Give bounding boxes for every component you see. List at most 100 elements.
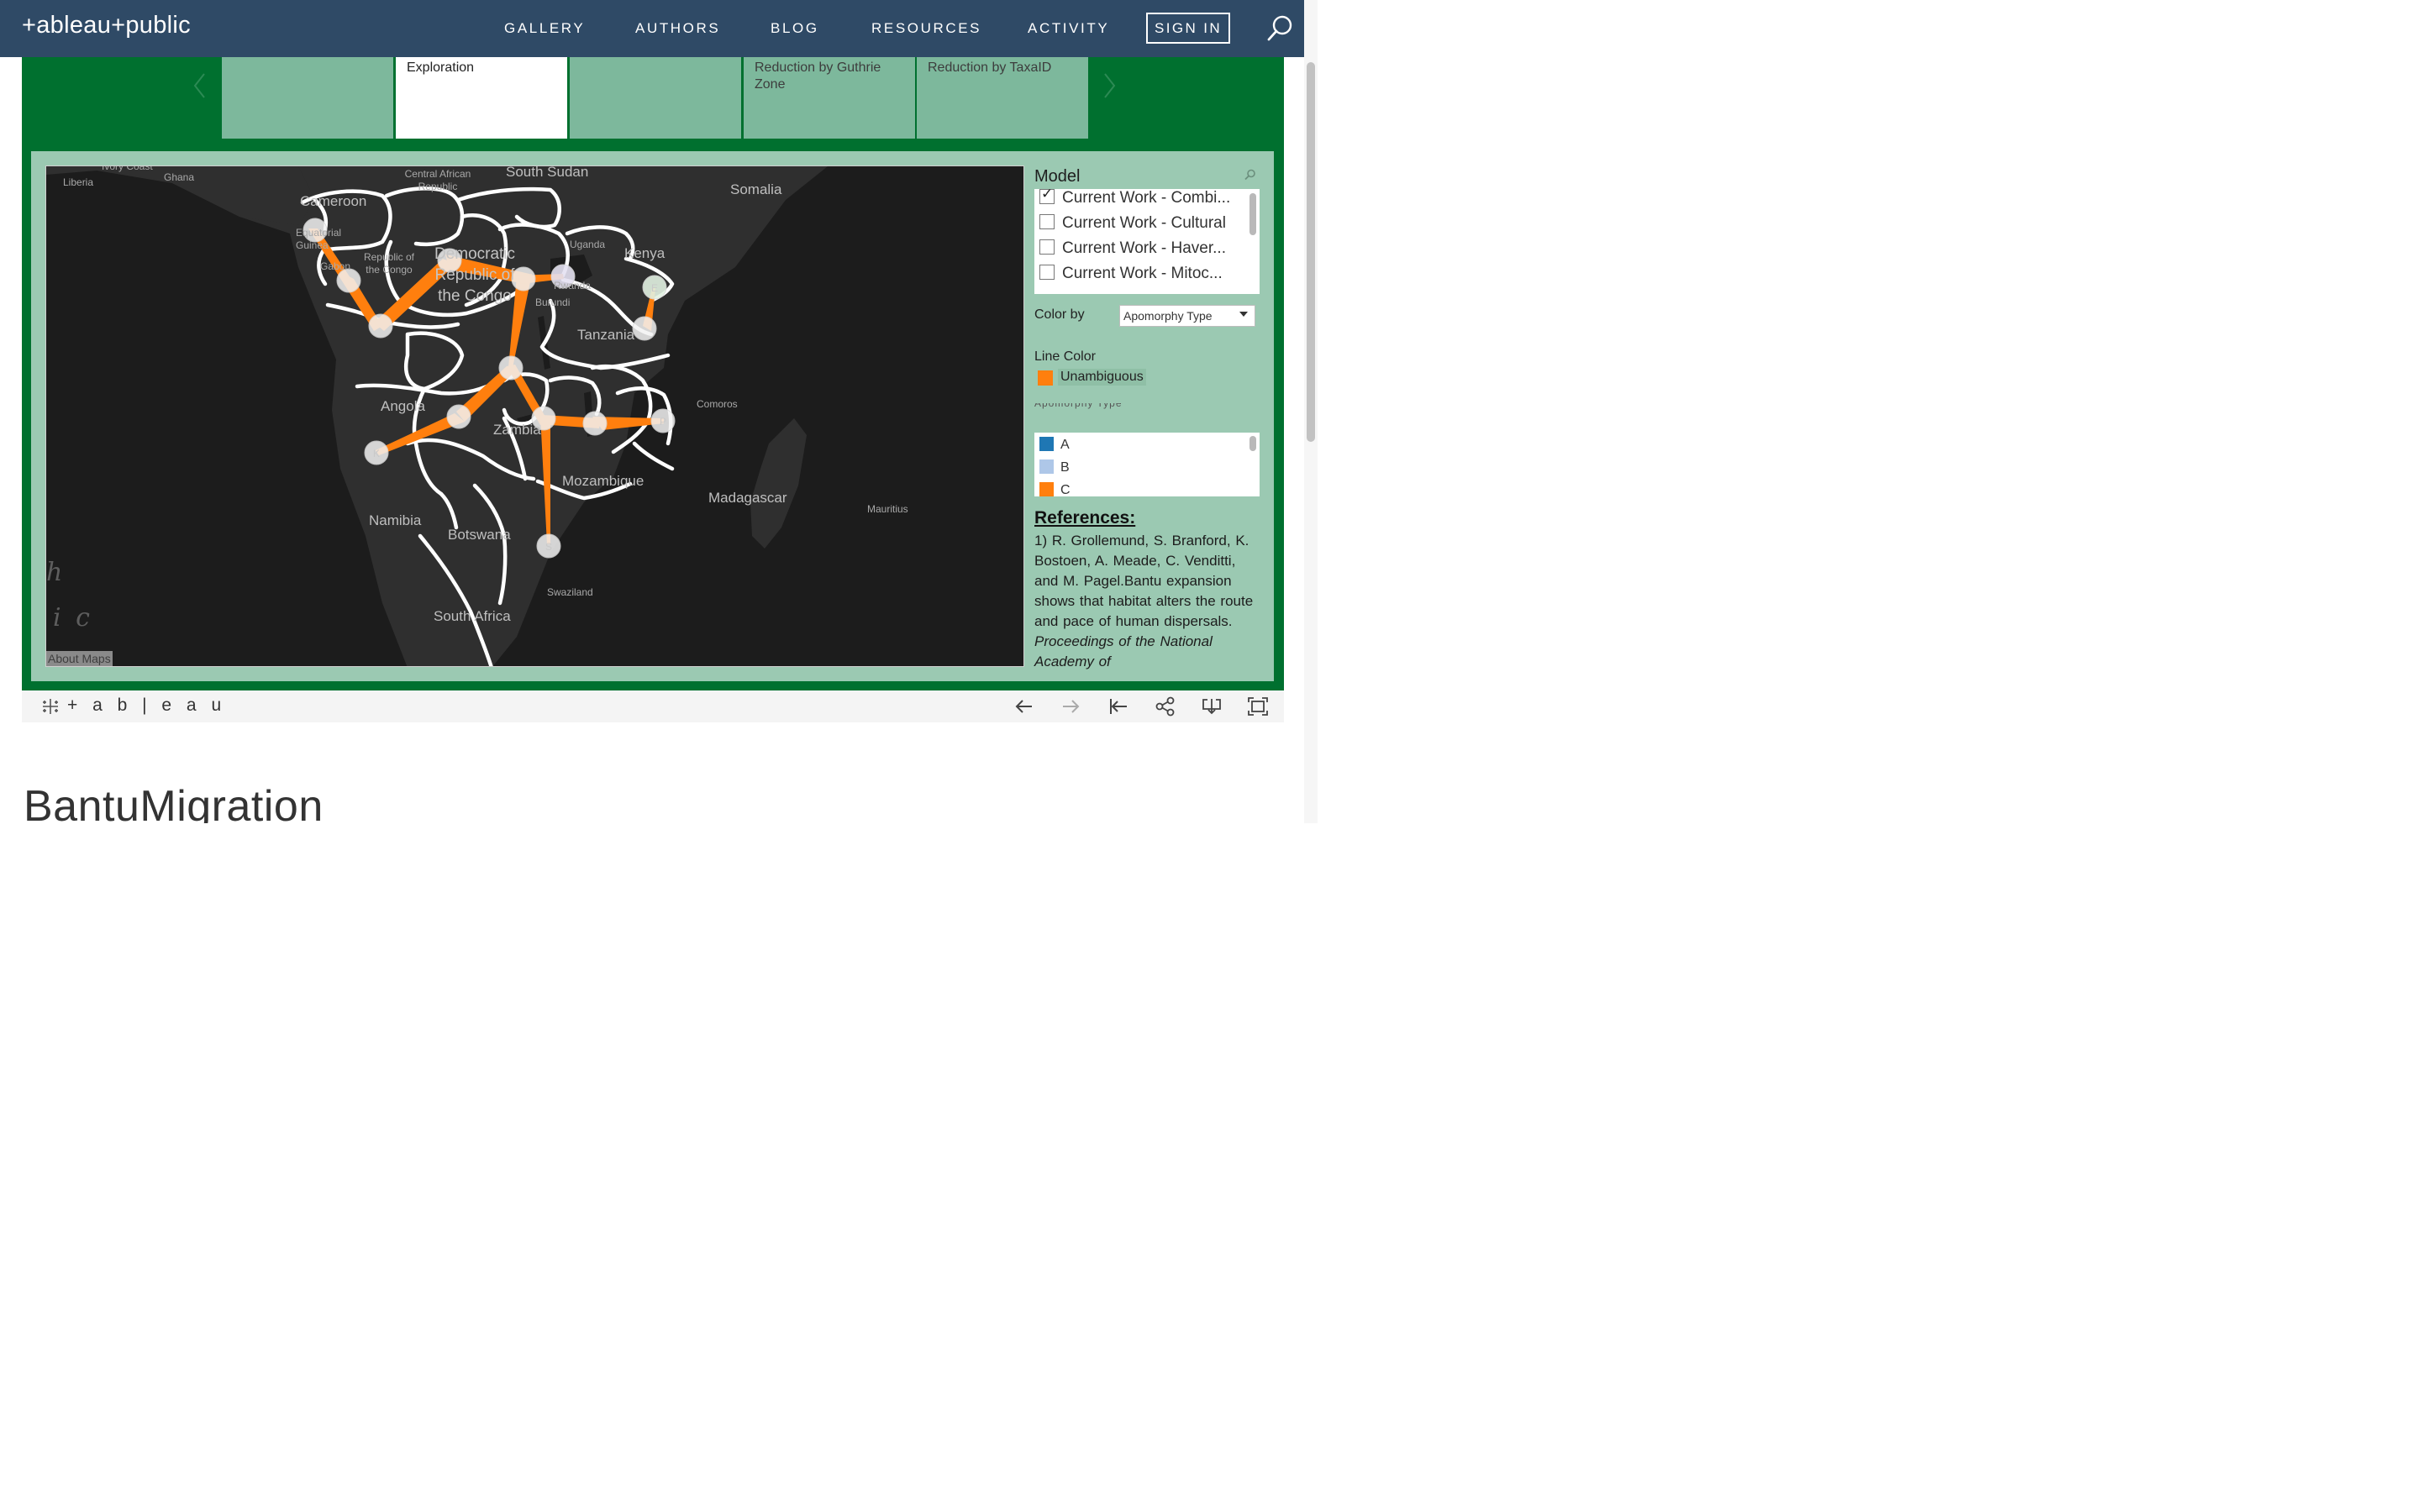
legend-item-b[interactable]: B bbox=[1039, 459, 1070, 475]
sign-in-button[interactable]: SIGN IN bbox=[1146, 13, 1230, 44]
story-tab-3[interactable] bbox=[570, 57, 741, 139]
map-label-mozambique: Mozambique bbox=[562, 473, 644, 489]
nav-activity[interactable]: ACTIVITY bbox=[1028, 20, 1109, 37]
map-node bbox=[446, 404, 471, 429]
story-tab-guthrie-zone[interactable]: Reduction by Guthrie Zone bbox=[744, 57, 915, 139]
model-option-mitoc[interactable]: Current Work - Mitoc... bbox=[1039, 265, 1223, 288]
model-option-label: Current Work - Cultural bbox=[1062, 214, 1226, 232]
legend-item-c[interactable]: C bbox=[1039, 482, 1071, 496]
legend-label: A bbox=[1060, 438, 1070, 452]
legend-swatch bbox=[1039, 459, 1054, 474]
checkbox-icon[interactable] bbox=[1039, 265, 1055, 280]
viz-toolbar: + a b | e a u bbox=[22, 690, 1284, 722]
story-next-arrow-icon[interactable] bbox=[1101, 71, 1118, 101]
map-label-comoros: Comoros bbox=[697, 398, 738, 410]
line-color-label: Line Color bbox=[1034, 349, 1096, 364]
map-label-kenya: Kenya bbox=[624, 245, 666, 261]
search-icon[interactable] bbox=[1265, 13, 1296, 44]
map-label-swaziland: Swaziland bbox=[547, 586, 593, 598]
map-label-equatorial-guinea: Equatorial Guinea bbox=[296, 227, 342, 251]
map-label-south-africa: South Africa bbox=[434, 608, 511, 624]
undo-icon[interactable] bbox=[1013, 696, 1035, 717]
tableau-mark-icon bbox=[43, 699, 58, 714]
filter-search-icon[interactable] bbox=[1244, 169, 1256, 181]
fullscreen-icon[interactable] bbox=[1247, 696, 1269, 717]
share-icon[interactable] bbox=[1155, 696, 1176, 717]
nav-gallery[interactable]: GALLERY bbox=[504, 20, 585, 37]
model-option-label: Current Work - Haver... bbox=[1062, 239, 1226, 257]
tableau-public-logo[interactable]: +ableau+public bbox=[22, 12, 191, 39]
color-by-value: Apomorphy Type bbox=[1123, 309, 1213, 323]
model-option-label: Current Work - Mitoc... bbox=[1062, 265, 1223, 282]
revert-icon[interactable] bbox=[1107, 696, 1129, 717]
apomorphy-legend[interactable]: A B C bbox=[1034, 433, 1260, 496]
reference-journal: Proceedings of the National Academy of bbox=[1034, 633, 1213, 669]
map-label-gabon: Gabon bbox=[320, 260, 351, 272]
map-label-angola: Angola bbox=[381, 398, 425, 414]
map-label-central-african-republic: Central African Republic bbox=[404, 168, 471, 192]
model-option-cultural[interactable]: Current Work - Cultural bbox=[1039, 214, 1226, 238]
map-label-south-sudan: South Sudan bbox=[506, 165, 589, 180]
node-letter-s: S bbox=[545, 541, 552, 553]
story-tab-1[interactable] bbox=[222, 57, 393, 139]
about-maps-link[interactable]: About Maps bbox=[46, 651, 113, 666]
model-option-haver[interactable]: Current Work - Haver... bbox=[1039, 239, 1226, 263]
map-ocean-label-1: h bbox=[46, 558, 66, 587]
map-label-uganda: Uganda bbox=[570, 239, 606, 250]
map-node bbox=[498, 355, 523, 381]
color-by-dropdown[interactable]: Apomorphy Type bbox=[1119, 305, 1255, 327]
map-node bbox=[582, 411, 608, 436]
map-node bbox=[336, 268, 361, 293]
map-label-tanzania: Tanzania bbox=[577, 327, 635, 343]
map-label-zambia: Zambia bbox=[493, 422, 541, 438]
map-label-madagascar: Madagascar bbox=[708, 490, 787, 506]
redo-icon[interactable] bbox=[1060, 696, 1081, 717]
model-option-combined[interactable]: Current Work - Combi... bbox=[1039, 189, 1230, 213]
node-letter-e: E bbox=[651, 282, 658, 294]
page-scrollbar-thumb[interactable] bbox=[1307, 62, 1315, 442]
zone-boundary-25 bbox=[632, 441, 675, 471]
map-label-republic-of-congo: Republic of the Congo bbox=[363, 251, 415, 276]
map-label-ghana: Ghana bbox=[164, 171, 195, 183]
apomorphy-legend-title: Apomorphy Type bbox=[1034, 403, 1123, 409]
map-node bbox=[368, 313, 393, 339]
dropdown-caret-icon bbox=[1239, 312, 1248, 317]
map-label-rwanda: Rwanda bbox=[554, 280, 592, 291]
map-label-burundi: Burundi bbox=[535, 297, 571, 308]
model-filter-list[interactable]: Current Work - Combi... Current Work - C… bbox=[1034, 189, 1260, 294]
map-label-ivory-coast: Ivory Coast bbox=[102, 165, 153, 172]
legend-scrollbar[interactable] bbox=[1249, 436, 1256, 451]
story-tab-exploration[interactable]: Exploration bbox=[396, 57, 567, 139]
legend-swatch bbox=[1039, 482, 1054, 496]
map-label-cameroon: Cameroon bbox=[300, 193, 367, 209]
madagascar-landmass bbox=[750, 418, 807, 549]
nav-resources[interactable]: RESOURCES bbox=[871, 20, 981, 37]
checkbox-icon[interactable] bbox=[1039, 214, 1055, 229]
tableau-wordmark: + a b | e a u bbox=[67, 696, 227, 715]
legend-item-a[interactable]: A bbox=[1039, 437, 1070, 453]
checkbox-icon[interactable] bbox=[1039, 239, 1055, 255]
map-node bbox=[632, 316, 657, 341]
map-view[interactable]: P K S E Ivory Coast Ghana Liberia Centra… bbox=[45, 165, 1024, 667]
model-filter-title: Model bbox=[1034, 167, 1081, 186]
map-label-drc: Democratic Republic of the Congo bbox=[434, 245, 516, 305]
map-label-liberia: Liberia bbox=[63, 176, 94, 188]
line-color-legend-item[interactable]: Unambiguous bbox=[1058, 369, 1146, 386]
legend-swatch bbox=[1039, 437, 1054, 451]
node-letter-k: K bbox=[373, 448, 380, 459]
map-label-botswana: Botswana bbox=[448, 527, 511, 543]
story-prev-arrow-icon[interactable] bbox=[192, 71, 208, 101]
references-text: 1) R. Grollemund, S. Branford, K. Bostoe… bbox=[1034, 531, 1260, 672]
map-ocean-label-2: i c bbox=[53, 603, 93, 633]
download-icon[interactable] bbox=[1201, 696, 1223, 717]
reference-citation: 1) R. Grollemund, S. Branford, K. Bostoe… bbox=[1034, 533, 1254, 629]
nav-authors[interactable]: AUTHORS bbox=[635, 20, 720, 37]
nav-blog[interactable]: BLOG bbox=[771, 20, 819, 37]
story-tab-taxaid[interactable]: Reduction by TaxaID bbox=[917, 57, 1088, 139]
model-list-scrollbar[interactable] bbox=[1249, 193, 1256, 235]
map-canvas[interactable]: P K S E bbox=[46, 166, 1024, 667]
legend-label: C bbox=[1060, 483, 1071, 496]
legend-label: B bbox=[1060, 460, 1070, 475]
line-color-swatch bbox=[1038, 370, 1053, 386]
checkbox-icon[interactable] bbox=[1039, 189, 1055, 204]
